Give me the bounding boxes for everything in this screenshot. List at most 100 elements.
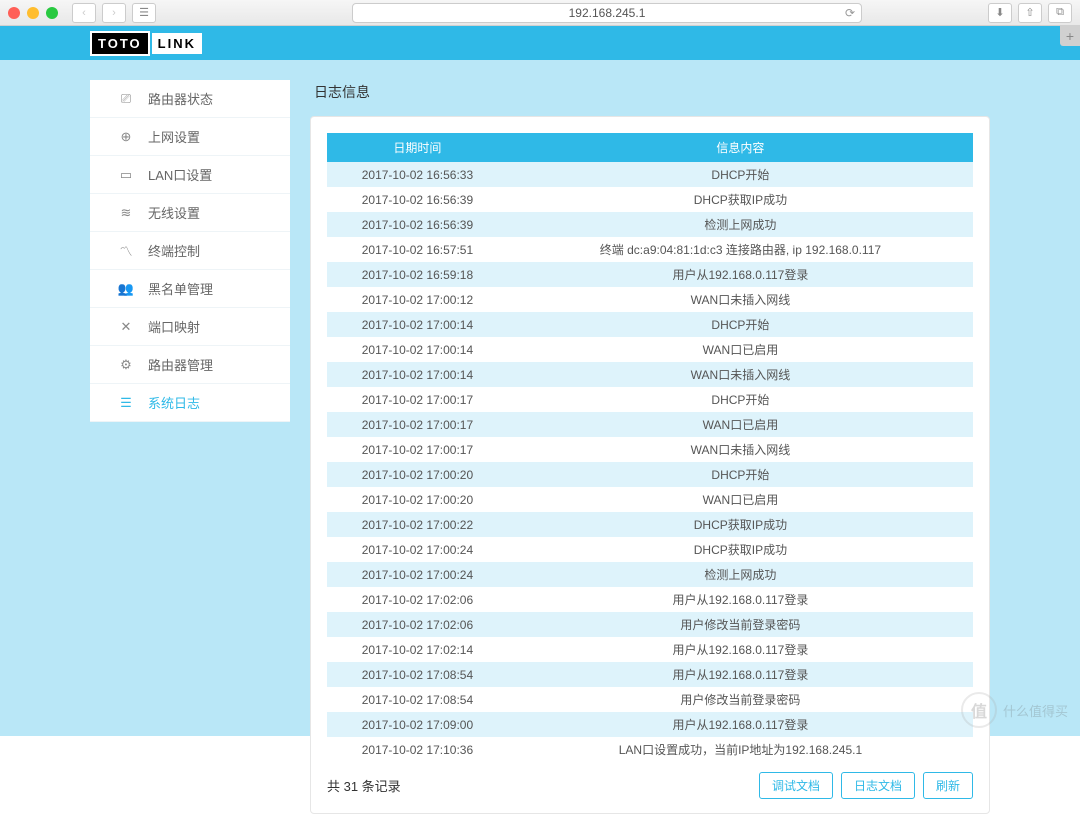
log-table: 日期时间 信息内容 2017-10-02 16:56:33DHCP开始2017-… <box>327 133 973 762</box>
brand-logo: TOTO LINK <box>90 31 202 56</box>
back-button[interactable]: ‹ <box>72 3 96 23</box>
table-row: 2017-10-02 17:02:06用户修改当前登录密码 <box>327 612 973 637</box>
table-row: 2017-10-02 16:56:39检测上网成功 <box>327 212 973 237</box>
sidebar-toggle-button[interactable]: ☰ <box>132 3 156 23</box>
cell-datetime: 2017-10-02 17:00:24 <box>327 537 508 562</box>
sidebar-item-label: 端口映射 <box>148 317 200 336</box>
sidebar-item-4[interactable]: 〽终端控制 <box>90 232 290 270</box>
new-tab-button[interactable]: + <box>1060 26 1080 46</box>
cell-content: 用户修改当前登录密码 <box>508 612 973 637</box>
sidebar-item-8[interactable]: ☰系统日志 <box>90 384 290 422</box>
cell-datetime: 2017-10-02 17:00:22 <box>327 512 508 537</box>
cell-datetime: 2017-10-02 17:00:24 <box>327 562 508 587</box>
sidebar-item-6[interactable]: ✕端口映射 <box>90 308 290 346</box>
maximize-icon[interactable] <box>46 7 58 19</box>
sidebar-item-3[interactable]: ≋无线设置 <box>90 194 290 232</box>
cell-datetime: 2017-10-02 16:57:51 <box>327 237 508 262</box>
cell-datetime: 2017-10-02 17:00:17 <box>327 387 508 412</box>
log-doc-button[interactable]: 日志文档 <box>841 772 915 799</box>
table-row: 2017-10-02 17:00:14DHCP开始 <box>327 312 973 337</box>
sidebar-item-1[interactable]: ⊕上网设置 <box>90 118 290 156</box>
cell-datetime: 2017-10-02 16:56:33 <box>327 162 508 187</box>
cell-content: 用户修改当前登录密码 <box>508 687 973 712</box>
reload-icon[interactable]: ⟳ <box>845 6 855 20</box>
watermark-text: 什么值得买 <box>1003 701 1068 720</box>
cell-datetime: 2017-10-02 17:02:14 <box>327 637 508 662</box>
cell-content: 检测上网成功 <box>508 212 973 237</box>
table-row: 2017-10-02 17:00:14WAN口已启用 <box>327 337 973 362</box>
watermark-badge: 值 <box>961 692 997 728</box>
sidebar: ⎚ 路由器状态 ⊕上网设置▭LAN口设置≋无线设置〽终端控制 👥 黑名单管理 ✕端口映射⚙… <box>90 80 290 736</box>
cell-datetime: 2017-10-02 16:56:39 <box>327 212 508 237</box>
minimize-icon[interactable] <box>27 7 39 19</box>
url-bar[interactable]: 192.168.245.1 ⟳ <box>352 3 862 23</box>
main-content: 日志信息 日期时间 信息内容 2017-10-02 16:56:33DHCP开始… <box>310 80 990 736</box>
sidebar-item-label: 路由器管理 <box>148 355 213 374</box>
table-row: 2017-10-02 17:00:17WAN口已启用 <box>327 412 973 437</box>
cell-datetime: 2017-10-02 17:00:17 <box>327 437 508 462</box>
table-row: 2017-10-02 16:56:33DHCP开始 <box>327 162 973 187</box>
close-icon[interactable] <box>8 7 20 19</box>
cell-content: DHCP获取IP成功 <box>508 537 973 562</box>
tabs-button[interactable]: ⧉ <box>1048 3 1072 23</box>
table-row: 2017-10-02 17:00:20DHCP开始 <box>327 462 973 487</box>
debug-doc-button[interactable]: 调试文档 <box>759 772 833 799</box>
record-count: 共 31 条记录 <box>327 776 401 795</box>
syslog-icon: ☰ <box>118 395 134 411</box>
cell-content: DHCP开始 <box>508 462 973 487</box>
cell-content: 用户从192.168.0.117登录 <box>508 637 973 662</box>
page-title: 日志信息 <box>314 82 990 102</box>
table-row: 2017-10-02 17:00:17WAN口未插入网线 <box>327 437 973 462</box>
cell-content: 检测上网成功 <box>508 562 973 587</box>
cell-content: WAN口已启用 <box>508 412 973 437</box>
globe-icon: ⊕ <box>118 129 134 145</box>
cell-content: 终端 dc:a9:04:81:1d:c3 连接路由器, ip 192.168.0… <box>508 237 973 262</box>
cell-datetime: 2017-10-02 17:10:36 <box>327 737 508 762</box>
cell-content: WAN口未插入网线 <box>508 362 973 387</box>
refresh-button[interactable]: 刷新 <box>923 772 973 799</box>
cell-datetime: 2017-10-02 17:08:54 <box>327 687 508 712</box>
cell-content: 用户从192.168.0.117登录 <box>508 712 973 737</box>
downloads-button[interactable]: ⬇ <box>988 3 1012 23</box>
app-header: TOTO LINK <box>0 26 1080 60</box>
window-controls <box>8 7 58 19</box>
sidebar-item-label: 路由器状态 <box>148 89 213 108</box>
sidebar-item-0[interactable]: ⎚ 路由器状态 <box>90 80 290 118</box>
cell-datetime: 2017-10-02 17:00:17 <box>327 412 508 437</box>
table-row: 2017-10-02 16:59:18用户从192.168.0.117登录 <box>327 262 973 287</box>
table-row: 2017-10-02 17:00:20WAN口已启用 <box>327 487 973 512</box>
sidebar-item-5[interactable]: 👥 黑名单管理 <box>90 270 290 308</box>
sidebar-item-label: 黑名单管理 <box>148 279 213 298</box>
log-card: 日期时间 信息内容 2017-10-02 16:56:33DHCP开始2017-… <box>310 116 990 814</box>
cell-datetime: 2017-10-02 17:00:14 <box>327 312 508 337</box>
table-row: 2017-10-02 17:00:12WAN口未插入网线 <box>327 287 973 312</box>
url-text: 192.168.245.1 <box>569 6 646 20</box>
cell-content: DHCP开始 <box>508 387 973 412</box>
cell-content: 用户从192.168.0.117登录 <box>508 262 973 287</box>
sidebar-item-7[interactable]: ⚙路由器管理 <box>90 346 290 384</box>
router-status-icon: ⎚ <box>118 91 134 107</box>
table-row: 2017-10-02 17:00:24DHCP获取IP成功 <box>327 537 973 562</box>
forward-button[interactable]: › <box>102 3 126 23</box>
logo-part2: LINK <box>152 33 202 54</box>
share-button[interactable]: ⇧ <box>1018 3 1042 23</box>
cell-datetime: 2017-10-02 17:02:06 <box>327 612 508 637</box>
table-row: 2017-10-02 17:00:14WAN口未插入网线 <box>327 362 973 387</box>
table-row: 2017-10-02 17:09:00用户从192.168.0.117登录 <box>327 712 973 737</box>
cell-datetime: 2017-10-02 17:09:00 <box>327 712 508 737</box>
cell-datetime: 2017-10-02 17:00:20 <box>327 462 508 487</box>
col-content: 信息内容 <box>508 133 973 162</box>
table-row: 2017-10-02 17:08:54用户修改当前登录密码 <box>327 687 973 712</box>
cell-content: DHCP开始 <box>508 312 973 337</box>
sidebar-item-2[interactable]: ▭LAN口设置 <box>90 156 290 194</box>
cell-content: DHCP获取IP成功 <box>508 512 973 537</box>
table-row: 2017-10-02 17:02:06用户从192.168.0.117登录 <box>327 587 973 612</box>
sidebar-item-label: 无线设置 <box>148 203 200 222</box>
table-row: 2017-10-02 17:00:17DHCP开始 <box>327 387 973 412</box>
table-row: 2017-10-02 17:02:14用户从192.168.0.117登录 <box>327 637 973 662</box>
cell-datetime: 2017-10-02 17:08:54 <box>327 662 508 687</box>
table-row: 2017-10-02 16:56:39DHCP获取IP成功 <box>327 187 973 212</box>
blacklist-icon: 👥 <box>118 281 134 297</box>
cell-datetime: 2017-10-02 16:56:39 <box>327 187 508 212</box>
cell-datetime: 2017-10-02 17:00:20 <box>327 487 508 512</box>
